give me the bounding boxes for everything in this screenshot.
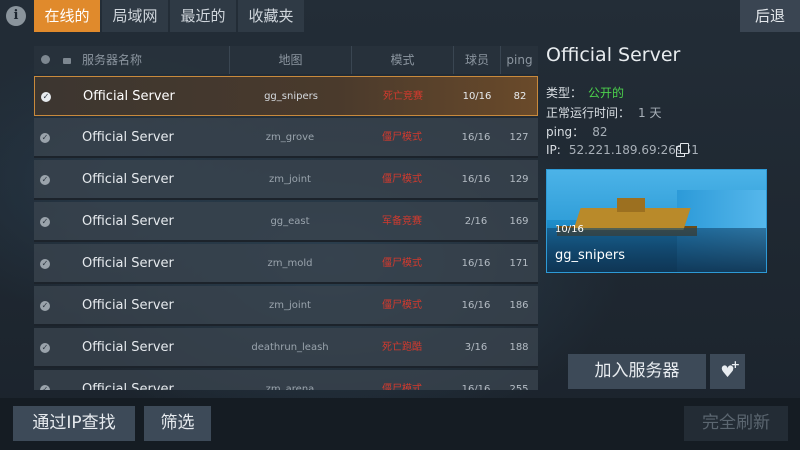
server-players: 10/16 xyxy=(462,91,492,102)
uptime-value: 1 天 xyxy=(638,106,662,120)
server-name: Official Server xyxy=(82,130,174,145)
tab-online[interactable]: 在线的 xyxy=(34,0,100,32)
ip-label: IP: xyxy=(546,143,561,157)
server-mode: 死亡竞赛 xyxy=(383,91,423,102)
server-mode: 僵尸模式 xyxy=(382,258,422,269)
server-name: Official Server xyxy=(83,89,175,104)
check-icon: ✓ xyxy=(41,92,51,102)
server-ping: 129 xyxy=(509,174,529,185)
full-refresh-button[interactable]: 完全刷新 xyxy=(684,406,788,441)
filter-button[interactable]: 筛选 xyxy=(144,406,211,441)
server-ping: 82 xyxy=(513,91,527,102)
server-mode: 僵尸模式 xyxy=(382,384,422,390)
header-mode[interactable]: 模式 xyxy=(351,46,453,74)
server-mode: 僵尸模式 xyxy=(382,300,422,311)
check-icon: ✓ xyxy=(40,259,50,269)
check-icon: ✓ xyxy=(40,175,50,185)
check-icon: ✓ xyxy=(40,133,50,143)
server-table[interactable]: 服务器名称 地图 模式 球员 ping ✓ Official Server gg… xyxy=(34,46,538,390)
server-map: zm_joint xyxy=(269,300,311,311)
server-map: zm_arena xyxy=(265,384,315,390)
check-icon: ✓ xyxy=(40,217,50,227)
server-ping: 127 xyxy=(509,132,529,143)
server-players: 2/16 xyxy=(464,216,488,227)
server-ping: 186 xyxy=(509,300,529,311)
server-name: Official Server xyxy=(82,256,174,271)
server-ping: 169 xyxy=(509,216,529,227)
server-ping: 255 xyxy=(509,384,529,390)
header-players[interactable]: 球员 xyxy=(453,46,500,74)
server-ping-info: ping： 82 xyxy=(546,123,607,140)
server-players: 16/16 xyxy=(461,384,491,390)
server-uptime: 正常运行时间： 1 天 xyxy=(546,104,661,121)
header-ping[interactable]: ping xyxy=(500,46,538,74)
server-type: 类型： 公开的 xyxy=(546,84,624,101)
server-map: zm_mold xyxy=(267,258,313,269)
server-players: 16/16 xyxy=(461,258,491,269)
server-name: Official Server xyxy=(82,340,174,355)
check-icon: ✓ xyxy=(40,301,50,311)
table-row[interactable]: ✓ Official Server zm_grove 僵尸模式 16/16 12… xyxy=(34,118,538,158)
server-ping: 171 xyxy=(509,258,529,269)
server-players: 16/16 xyxy=(461,174,491,185)
tab-favorites[interactable]: 收藏夹 xyxy=(238,0,304,32)
server-mode: 僵尸模式 xyxy=(382,174,422,185)
server-map: deathrun_leash xyxy=(251,342,329,353)
check-icon: ✓ xyxy=(40,343,50,353)
map-preview: 10/16 gg_snipers xyxy=(546,169,767,273)
server-ping: 188 xyxy=(509,342,529,353)
table-row[interactable]: ✓ Official Server gg_snipers 死亡竞赛 10/16 … xyxy=(34,76,538,116)
table-row[interactable]: ✓ Official Server zm_arena 僵尸模式 16/16 25… xyxy=(34,370,538,390)
header-name[interactable]: 服务器名称 xyxy=(82,46,232,74)
tab-recent[interactable]: 最近的 xyxy=(170,0,236,32)
server-name: Official Server xyxy=(82,172,174,187)
server-mode: 死亡跑酷 xyxy=(382,342,422,353)
preview-player-count: 10/16 xyxy=(555,224,584,235)
table-row[interactable]: ✓ Official Server deathrun_leash 死亡跑酷 3/… xyxy=(34,328,538,368)
type-label: 类型： xyxy=(546,86,583,100)
preview-map-name: gg_snipers xyxy=(555,248,625,263)
top-bar: i 在线的 局域网 最近的 收藏夹 后退 xyxy=(0,0,800,32)
server-map: gg_snipers xyxy=(264,91,318,102)
uptime-label: 正常运行时间： xyxy=(546,106,631,120)
ping-value: 82 xyxy=(592,125,608,139)
tab-lan[interactable]: 局域网 xyxy=(102,0,168,32)
server-title: Official Server xyxy=(546,44,681,66)
find-by-ip-button[interactable]: 通过IP查找 xyxy=(13,406,135,441)
table-row[interactable]: ✓ Official Server gg_east 军备竞赛 2/16 169 xyxy=(34,202,538,242)
check-icon: ✓ xyxy=(40,385,50,390)
server-name: Official Server xyxy=(82,214,174,229)
join-server-button[interactable]: 加入服务器 xyxy=(568,354,706,389)
copy-icon[interactable] xyxy=(676,143,690,157)
table-row[interactable]: ✓ Official Server zm_joint 僵尸模式 16/16 18… xyxy=(34,286,538,326)
server-map: gg_east xyxy=(270,216,310,227)
header-check-icon[interactable] xyxy=(34,46,56,74)
table-row[interactable]: ✓ Official Server zm_mold 僵尸模式 16/16 171 xyxy=(34,244,538,284)
server-players: 3/16 xyxy=(464,342,488,353)
server-map: zm_grove xyxy=(265,132,315,143)
server-map: zm_joint xyxy=(269,174,311,185)
server-mode: 僵尸模式 xyxy=(382,132,422,143)
header-map[interactable]: 地图 xyxy=(229,46,351,74)
server-name: Official Server xyxy=(82,298,174,313)
server-players: 16/16 xyxy=(461,132,491,143)
add-favorite-button[interactable]: ♥ + xyxy=(710,354,745,389)
server-players: 16/16 xyxy=(461,300,491,311)
server-mode: 军备竞赛 xyxy=(382,216,422,227)
back-button[interactable]: 后退 xyxy=(740,0,800,32)
type-value: 公开的 xyxy=(588,86,625,100)
table-header: 服务器名称 地图 模式 球员 ping xyxy=(34,46,538,74)
ping-label: ping： xyxy=(546,125,585,139)
server-name: Official Server xyxy=(82,382,174,390)
plus-icon: + xyxy=(730,358,740,371)
table-row[interactable]: ✓ Official Server zm_joint 僵尸模式 16/16 12… xyxy=(34,160,538,200)
header-lock-icon[interactable] xyxy=(56,46,78,74)
info-icon[interactable]: i xyxy=(6,6,26,26)
